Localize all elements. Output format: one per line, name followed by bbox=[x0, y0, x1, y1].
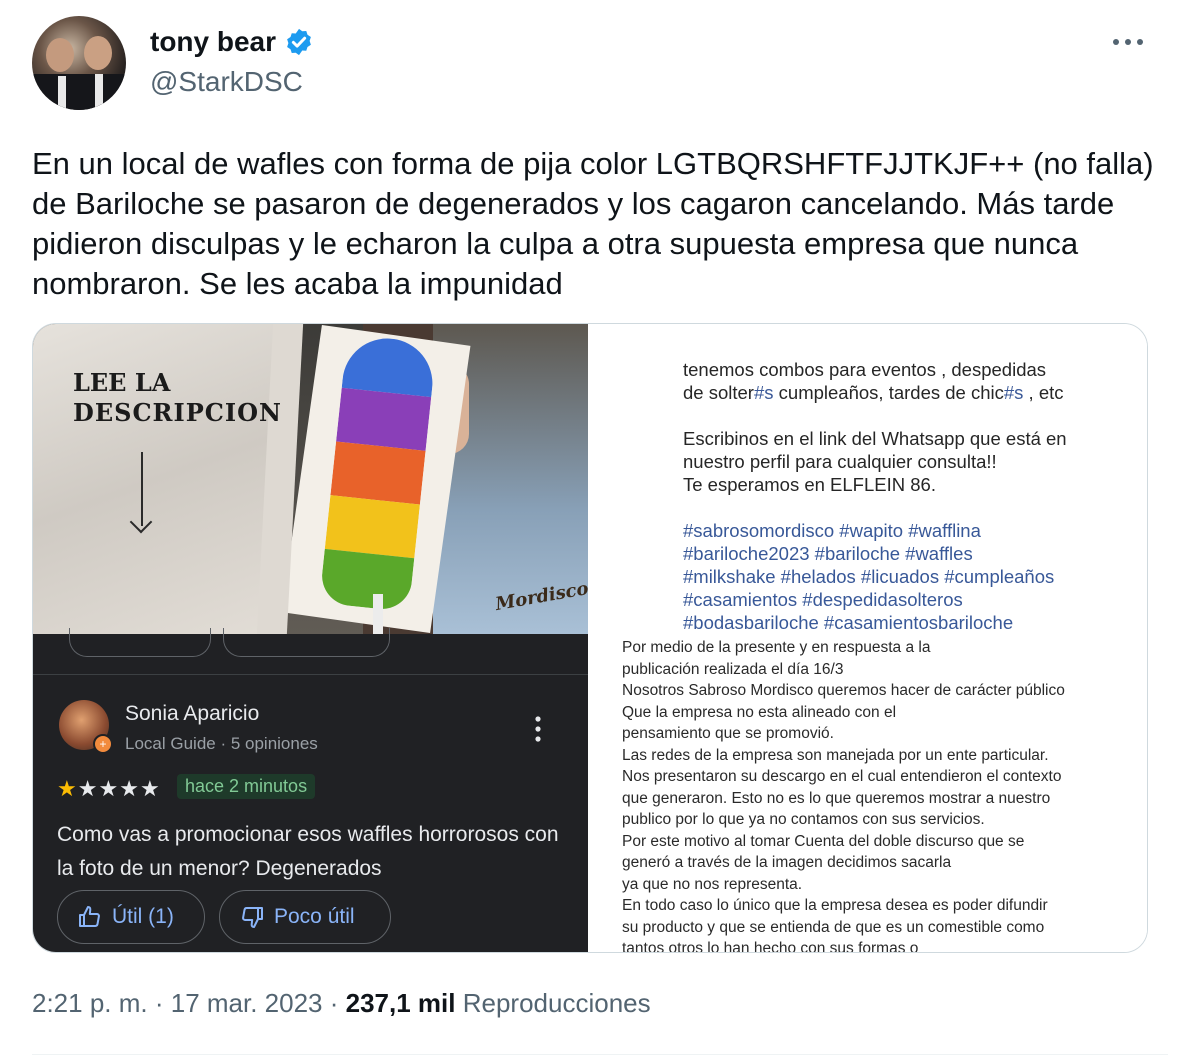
letter-line: Las redes de la empresa son manejada por… bbox=[622, 746, 1049, 764]
author-name[interactable]: tony bear bbox=[150, 26, 276, 58]
hashtag-line[interactable]: #bodasbariloche #casamientosbariloche bbox=[683, 611, 1123, 634]
caption-line: Escribinos en el link del Whatsapp que e… bbox=[683, 428, 1067, 449]
review-more-vertical-icon[interactable] bbox=[533, 714, 543, 744]
letter-line: Que la empresa no esta alineado con el bbox=[622, 703, 897, 721]
review-text: Como vas a promocionar esos waffles horr… bbox=[57, 823, 559, 880]
instagram-post[interactable]: tenemos combos para eventos , despedidas… bbox=[588, 324, 1147, 952]
not-useful-button[interactable]: Poco útil bbox=[219, 890, 391, 944]
caption-hash[interactable]: #s bbox=[754, 382, 774, 403]
avatar-face-right bbox=[84, 36, 112, 70]
caption-line: nuestro perfil para cualquier consulta!! bbox=[683, 451, 997, 472]
meta-separator: · bbox=[147, 988, 171, 1018]
caption-line: Te esperamos en ELFLEIN 86. bbox=[683, 474, 936, 495]
letter-line: que generaron. Esto no es lo que queremo… bbox=[622, 789, 1051, 807]
caption-hash[interactable]: #s bbox=[1004, 382, 1024, 403]
letter-line: ya que no nos representa. bbox=[622, 875, 803, 893]
bottom-divider bbox=[32, 1054, 1168, 1055]
reviewer-name[interactable]: Sonia Aparicio bbox=[125, 702, 259, 726]
letter-line: Por medio de la presente y en respuesta … bbox=[622, 639, 931, 656]
tweet-meta: 2:21 p. m. · 17 mar. 2023 · 237,1 mil Re… bbox=[32, 988, 651, 1019]
chip-stub-left bbox=[69, 628, 211, 657]
paper-text-line2: DESCRIPCION bbox=[73, 398, 282, 427]
chip-stub-right bbox=[223, 628, 390, 657]
avatar-shirt-left bbox=[58, 76, 66, 110]
caption-line: tenemos combos para eventos , despedidas bbox=[683, 359, 1047, 380]
author-handle[interactable]: @StarkDSC bbox=[150, 66, 303, 98]
hashtag-line[interactable]: #milkshake #helados #licuados #cumpleaño… bbox=[683, 565, 1123, 588]
waffle-photo[interactable]: LEE LA DESCRIPCION Mordisco bbox=[33, 324, 588, 634]
caption-text: cumpleaños, tardes de chic bbox=[773, 382, 1004, 403]
thumbs-down-icon bbox=[242, 907, 263, 928]
caption-line: de solter#s cumpleaños, tardes de chic#s… bbox=[683, 381, 1123, 404]
avatar-suit bbox=[32, 74, 126, 110]
thumbs-up-icon bbox=[79, 906, 100, 927]
letter-line: En todo caso lo único que la empresa des… bbox=[622, 897, 1048, 914]
letter-line: generó a través de la imagen decidimos s… bbox=[622, 854, 952, 871]
letter-line: Nosotros Sabroso Mordisco queremos hacer… bbox=[622, 682, 1065, 699]
paper-text-line1: LEE LA bbox=[73, 368, 171, 397]
author-name-row[interactable]: tony bear bbox=[150, 26, 314, 58]
star-icon: ★ bbox=[57, 776, 78, 801]
meta-separator: · bbox=[322, 988, 346, 1018]
star-rating: ★★★★★ bbox=[57, 776, 161, 802]
tweet-time[interactable]: 2:21 p. m. bbox=[32, 988, 148, 1018]
not-useful-label: Poco útil bbox=[274, 905, 355, 928]
hashtag-line[interactable]: #sabrosomordisco #wapito #wafflina bbox=[683, 519, 1123, 542]
review-divider bbox=[33, 674, 588, 675]
star-icon: ★ bbox=[139, 776, 161, 801]
views-count: 237,1 mil bbox=[345, 988, 456, 1018]
apology-letter: Por medio de la presente y en respuesta … bbox=[622, 637, 1132, 953]
useful-label: Útil (1) bbox=[112, 905, 174, 928]
more-dots-icon bbox=[1113, 39, 1143, 45]
star-icon: ★ bbox=[77, 776, 99, 801]
waffle-band-purple bbox=[336, 387, 432, 451]
star-icon: ★ bbox=[119, 776, 140, 801]
more-horizontal-icon[interactable] bbox=[1110, 30, 1146, 54]
review-time: hace 2 minutos bbox=[177, 774, 316, 799]
tweet-text: En un local de wafles con forma de pija … bbox=[32, 146, 1154, 301]
star-icon: ★ bbox=[98, 776, 120, 801]
local-guide-badge-icon: + bbox=[93, 734, 113, 754]
avatar-face-left bbox=[46, 38, 74, 72]
waffle-band-orange bbox=[330, 441, 426, 505]
tweet-date[interactable]: 17 mar. 2023 bbox=[171, 988, 323, 1018]
avatar-shirt-right bbox=[95, 74, 103, 108]
letter-line: su producto y que se entienda de que es … bbox=[622, 918, 1045, 936]
reviewer-subtitle: Local Guide · 5 opiniones bbox=[125, 734, 318, 753]
views-label: Reproducciones bbox=[462, 988, 651, 1018]
verified-badge-icon bbox=[287, 28, 311, 56]
letter-line: publicación realizada el día 16/3 bbox=[622, 660, 844, 678]
useful-button[interactable]: Útil (1) bbox=[57, 890, 205, 944]
post-caption: tenemos combos para eventos , despedidas… bbox=[683, 358, 1123, 634]
vertical-dots-icon bbox=[535, 716, 541, 742]
google-review[interactable]: + Sonia Aparicio Local Guide · 5 opinion… bbox=[33, 628, 588, 952]
caption-text: de solter bbox=[683, 382, 754, 403]
letter-line: publico por lo que ya no contamos con su… bbox=[622, 811, 985, 828]
letter-line: tantos otros lo han hecho con sus formas… bbox=[622, 940, 919, 953]
letter-line: pensamiento que se promovió. bbox=[622, 725, 834, 742]
hashtag-line[interactable]: #bariloche2023 #bariloche #waffles bbox=[683, 542, 1123, 565]
caption-text: , etc bbox=[1023, 382, 1064, 403]
letter-line: Nos presentaron su descargo en el cual e… bbox=[622, 768, 1062, 785]
letter-line: Por este motivo al tomar Cuenta del dobl… bbox=[622, 832, 1025, 850]
waffle-band-yellow bbox=[324, 495, 420, 559]
tweet-media[interactable]: LEE LA DESCRIPCION Mordisco + Sonia Apar… bbox=[32, 323, 1148, 953]
hashtag-line[interactable]: #casamientos #despedidasolteros bbox=[683, 588, 1123, 611]
author-avatar[interactable] bbox=[32, 16, 126, 110]
